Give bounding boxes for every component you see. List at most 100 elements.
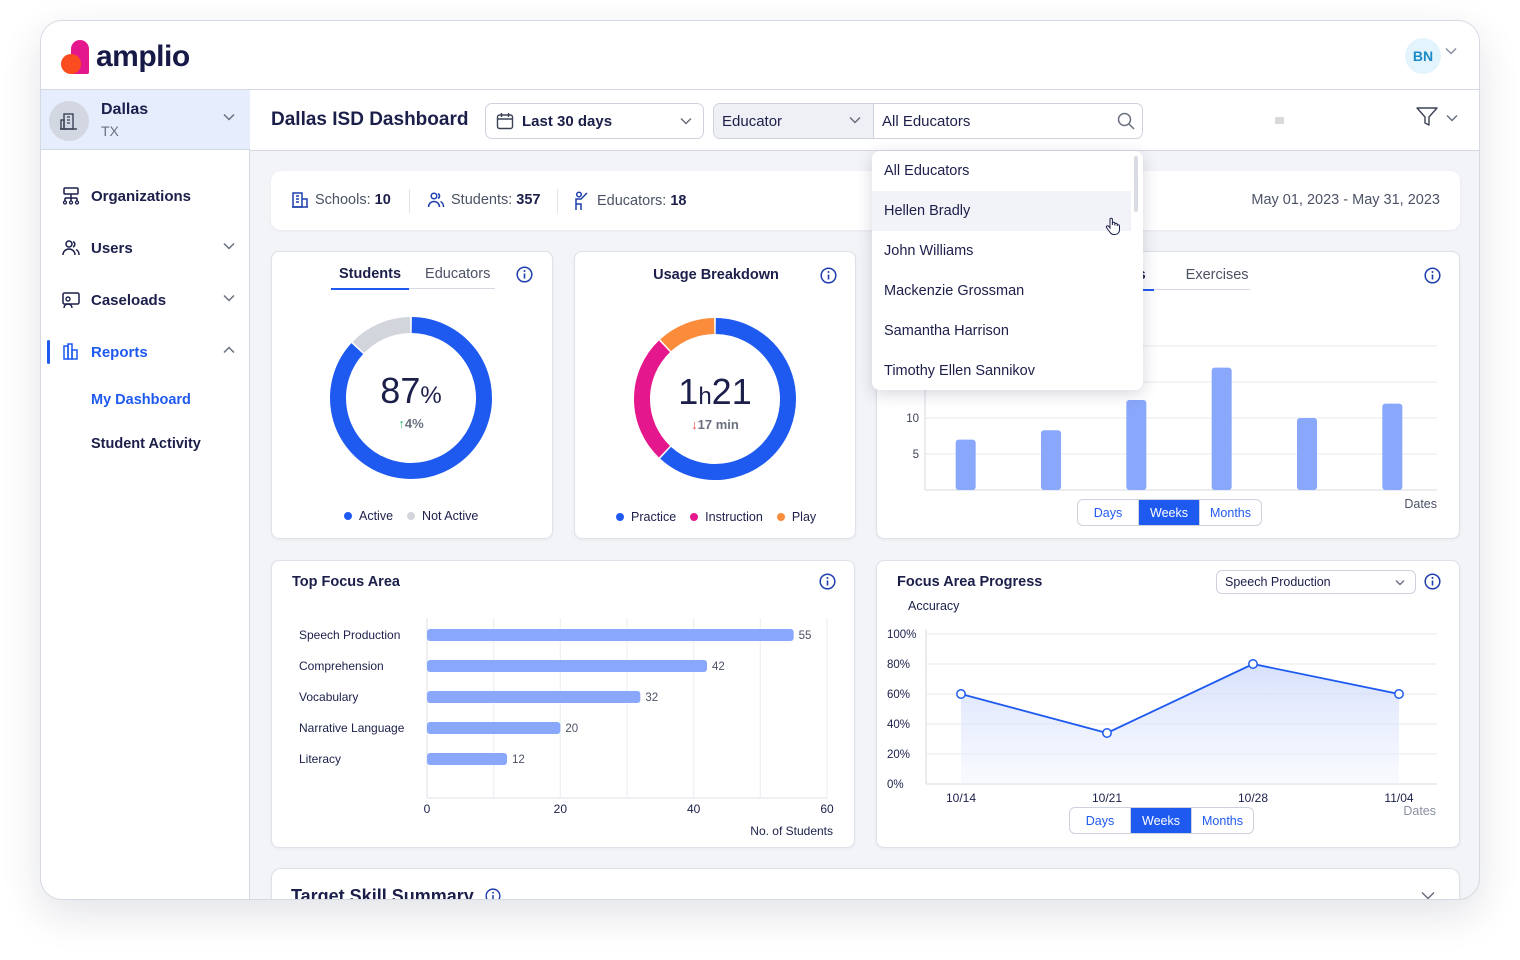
dropdown-option[interactable]: Samantha Harrison (872, 311, 1131, 351)
bar (955, 439, 976, 490)
search-icon[interactable] (1117, 112, 1135, 130)
data-point (1248, 659, 1258, 669)
delta-value: 17 min (697, 417, 739, 432)
x-tick-label: 10/14 (946, 791, 976, 805)
y-tick-label: 80% (887, 659, 910, 671)
building-icon (49, 101, 89, 141)
students-icon (427, 192, 445, 208)
divider (557, 189, 558, 213)
info-icon[interactable] (1424, 573, 1441, 590)
usage-total: 1h21 (635, 371, 795, 413)
bar (1126, 400, 1147, 490)
stat-value: 10 (374, 192, 391, 208)
y-tick-label: 100% (887, 629, 916, 641)
tab-exercises[interactable]: Exercises (1178, 267, 1257, 289)
sidebar-item-label: Organizations (91, 187, 192, 205)
filter-button[interactable] (1416, 107, 1466, 133)
y-tick-label: 40% (887, 719, 910, 731)
chevron-down-icon (223, 294, 235, 302)
y-tick-label: Comprehension (299, 659, 384, 673)
card-title: Target Skill Summary (291, 886, 501, 900)
x-axis-label: Dates (1403, 804, 1436, 818)
segment-days[interactable]: Days (1078, 500, 1139, 525)
educator-dropdown-menu: All Educators Hellen Bradly John William… (872, 151, 1143, 390)
y-tick-label: Vocabulary (299, 690, 358, 704)
legend-label: Not Active (422, 509, 479, 523)
y-tick-label: 20% (887, 749, 910, 761)
x-tick-label: 0 (424, 802, 431, 816)
chart-legend: Active Not Active (344, 509, 478, 523)
chevron-down-icon[interactable] (1421, 891, 1435, 900)
logo-mark-icon (61, 40, 93, 74)
dropdown-option[interactable]: John Williams (872, 231, 1131, 271)
segment-days[interactable]: Days (1070, 808, 1131, 833)
dropdown-option[interactable]: Mackenzie Grossman (872, 271, 1131, 311)
chevron-down-icon[interactable] (1445, 47, 1457, 55)
sidebar: Dallas TX Organizations Users Caseloads … (41, 90, 250, 899)
stat-students: Students: 357 (427, 191, 540, 209)
target-skill-summary-card[interactable]: Target Skill Summary (271, 868, 1460, 900)
school-icon (292, 192, 308, 208)
data-label: 55 (799, 630, 812, 642)
legend-practice: Practice (616, 510, 676, 524)
legend-label: Instruction (705, 510, 763, 524)
info-icon[interactable] (1424, 267, 1441, 284)
info-icon[interactable] (820, 267, 837, 284)
bar (427, 722, 561, 734)
sidebar-item-label: Users (91, 239, 133, 257)
chevron-down-icon (1446, 114, 1458, 122)
educator-search-input[interactable] (875, 104, 1105, 138)
tab-students[interactable]: Students (331, 266, 410, 290)
filter-type-value: Educator (722, 113, 783, 130)
stat-value: 357 (516, 192, 541, 208)
educator-icon (575, 191, 588, 210)
sidebar-item-caseloads[interactable]: Caseloads (41, 280, 250, 320)
focus-area-select[interactable]: Speech Production (1216, 570, 1416, 594)
usage-hours: 1 (678, 371, 699, 412)
org-switcher[interactable]: Dallas TX (41, 90, 250, 150)
card-title: Top Focus Area (292, 574, 400, 590)
info-icon[interactable] (819, 573, 836, 590)
dropdown-option[interactable]: Timothy Ellen Sannikov (872, 351, 1131, 390)
x-tick-label: 60 (820, 802, 834, 816)
segment-months[interactable]: Months (1200, 500, 1261, 525)
legend-not-active: Not Active (407, 509, 478, 523)
sidebar-item-users[interactable]: Users (41, 228, 250, 268)
bar (1041, 430, 1061, 490)
info-icon[interactable] (485, 888, 501, 900)
org-name: Dallas (101, 101, 149, 118)
legend-label: Active (359, 509, 394, 523)
sidebar-item-reports[interactable]: Reports (41, 332, 250, 372)
sidebar-subitem-student-activity[interactable]: Student Activity (91, 436, 201, 452)
date-range-select[interactable]: Last 30 days (485, 103, 704, 139)
tab-educators[interactable]: Educators (417, 266, 498, 288)
bar (427, 629, 794, 641)
segment-weeks[interactable]: Weeks (1131, 808, 1192, 833)
dropdown-option[interactable]: All Educators (872, 151, 1131, 191)
reports-icon (63, 343, 78, 360)
chevron-down-icon (223, 242, 235, 250)
chevron-up-icon (223, 346, 235, 354)
y-tick-label: 60% (887, 689, 910, 701)
amplio-logo[interactable]: amplio (61, 37, 190, 77)
segment-weeks[interactable]: Weeks (1139, 500, 1200, 525)
segment-months[interactable]: Months (1192, 808, 1253, 833)
sidebar-item-organizations[interactable]: Organizations (41, 176, 250, 216)
user-avatar[interactable]: BN (1405, 38, 1441, 74)
card-title-text: Target Skill Summary (291, 886, 474, 900)
chevron-down-icon (1395, 580, 1405, 586)
y-tick-label: Speech Production (299, 628, 400, 642)
active-indicator (47, 340, 50, 364)
page-title: Dallas ISD Dashboard (271, 109, 469, 130)
sidebar-subitem-my-dashboard[interactable]: My Dashboard (91, 392, 191, 408)
dropdown-scrollbar[interactable] (1134, 156, 1138, 212)
data-point (956, 689, 966, 699)
x-axis-label: Dates (1404, 497, 1437, 511)
logo-text: amplio (96, 40, 190, 73)
legend-label: Play (791, 510, 817, 524)
stat-value: 18 (670, 193, 687, 209)
filter-type-select[interactable]: Educator (714, 104, 874, 138)
info-icon[interactable] (516, 266, 533, 283)
dropdown-option-hovered[interactable]: Hellen Bradly (872, 191, 1131, 231)
data-label: 32 (645, 692, 658, 704)
